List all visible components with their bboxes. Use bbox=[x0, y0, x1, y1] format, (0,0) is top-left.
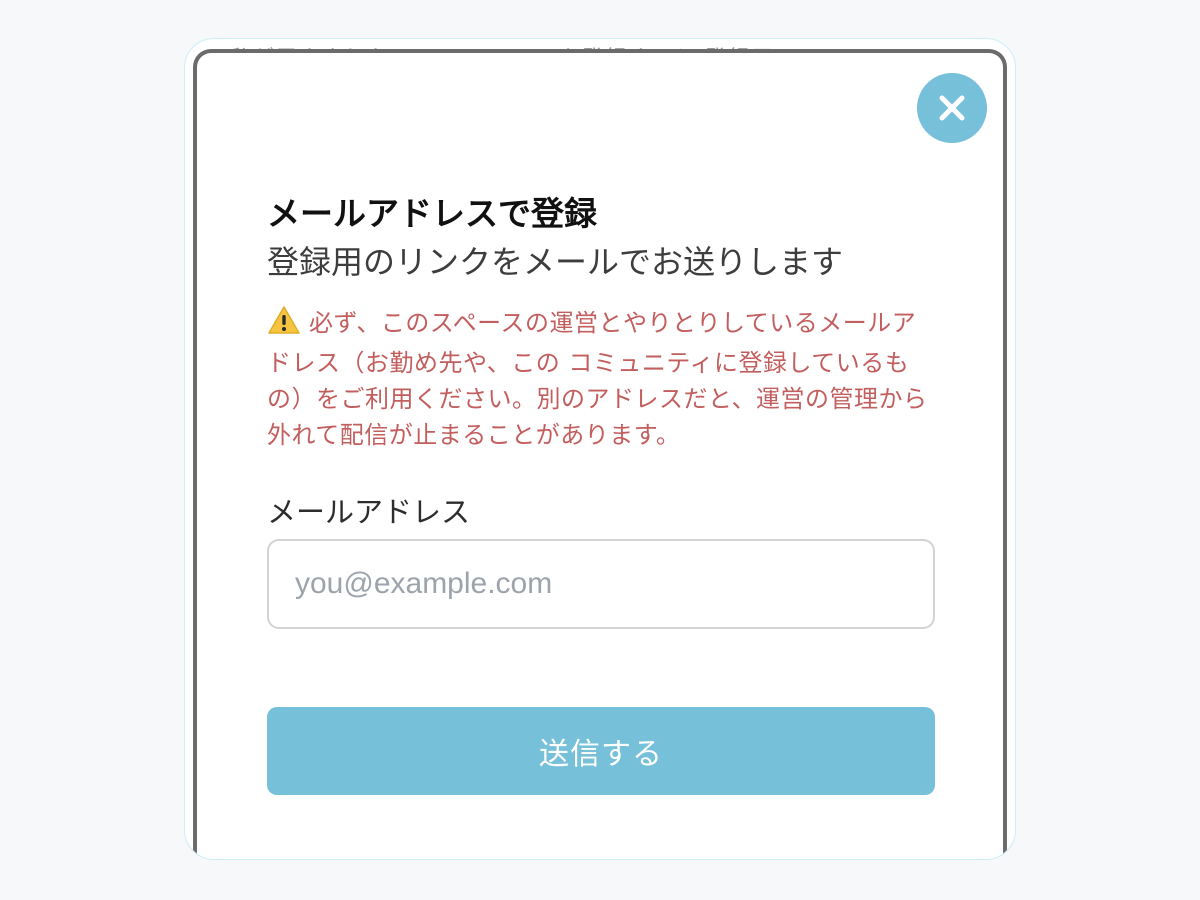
email-input[interactable] bbox=[267, 539, 935, 629]
signup-modal: メールアドレスで登録 登録用のリンクをメールでお送りします 必ず、このスペースの… bbox=[193, 49, 1007, 859]
submit-button[interactable]: 送信する bbox=[267, 707, 935, 795]
close-button[interactable] bbox=[917, 73, 987, 143]
warning-message: 必ず、このスペースの運営とやりとりしているメールアドレス（お勤め先や、この コミ… bbox=[267, 305, 937, 453]
warning-text: 必ず、このスペースの運営とやりとりしているメールアドレス（お勤め先や、この コミ… bbox=[267, 309, 928, 449]
warning-icon bbox=[267, 305, 301, 345]
modal-subtitle: 登録用のリンクをメールでお送りします bbox=[267, 243, 844, 281]
modal-title: メールアドレスで登録 bbox=[267, 194, 597, 233]
close-icon bbox=[937, 93, 967, 123]
page-frame: 私が届きました メールアドレスを登録すると 登録用のリ メールアドレスで登録 登… bbox=[184, 38, 1016, 860]
email-label: メールアドレス bbox=[267, 495, 471, 529]
